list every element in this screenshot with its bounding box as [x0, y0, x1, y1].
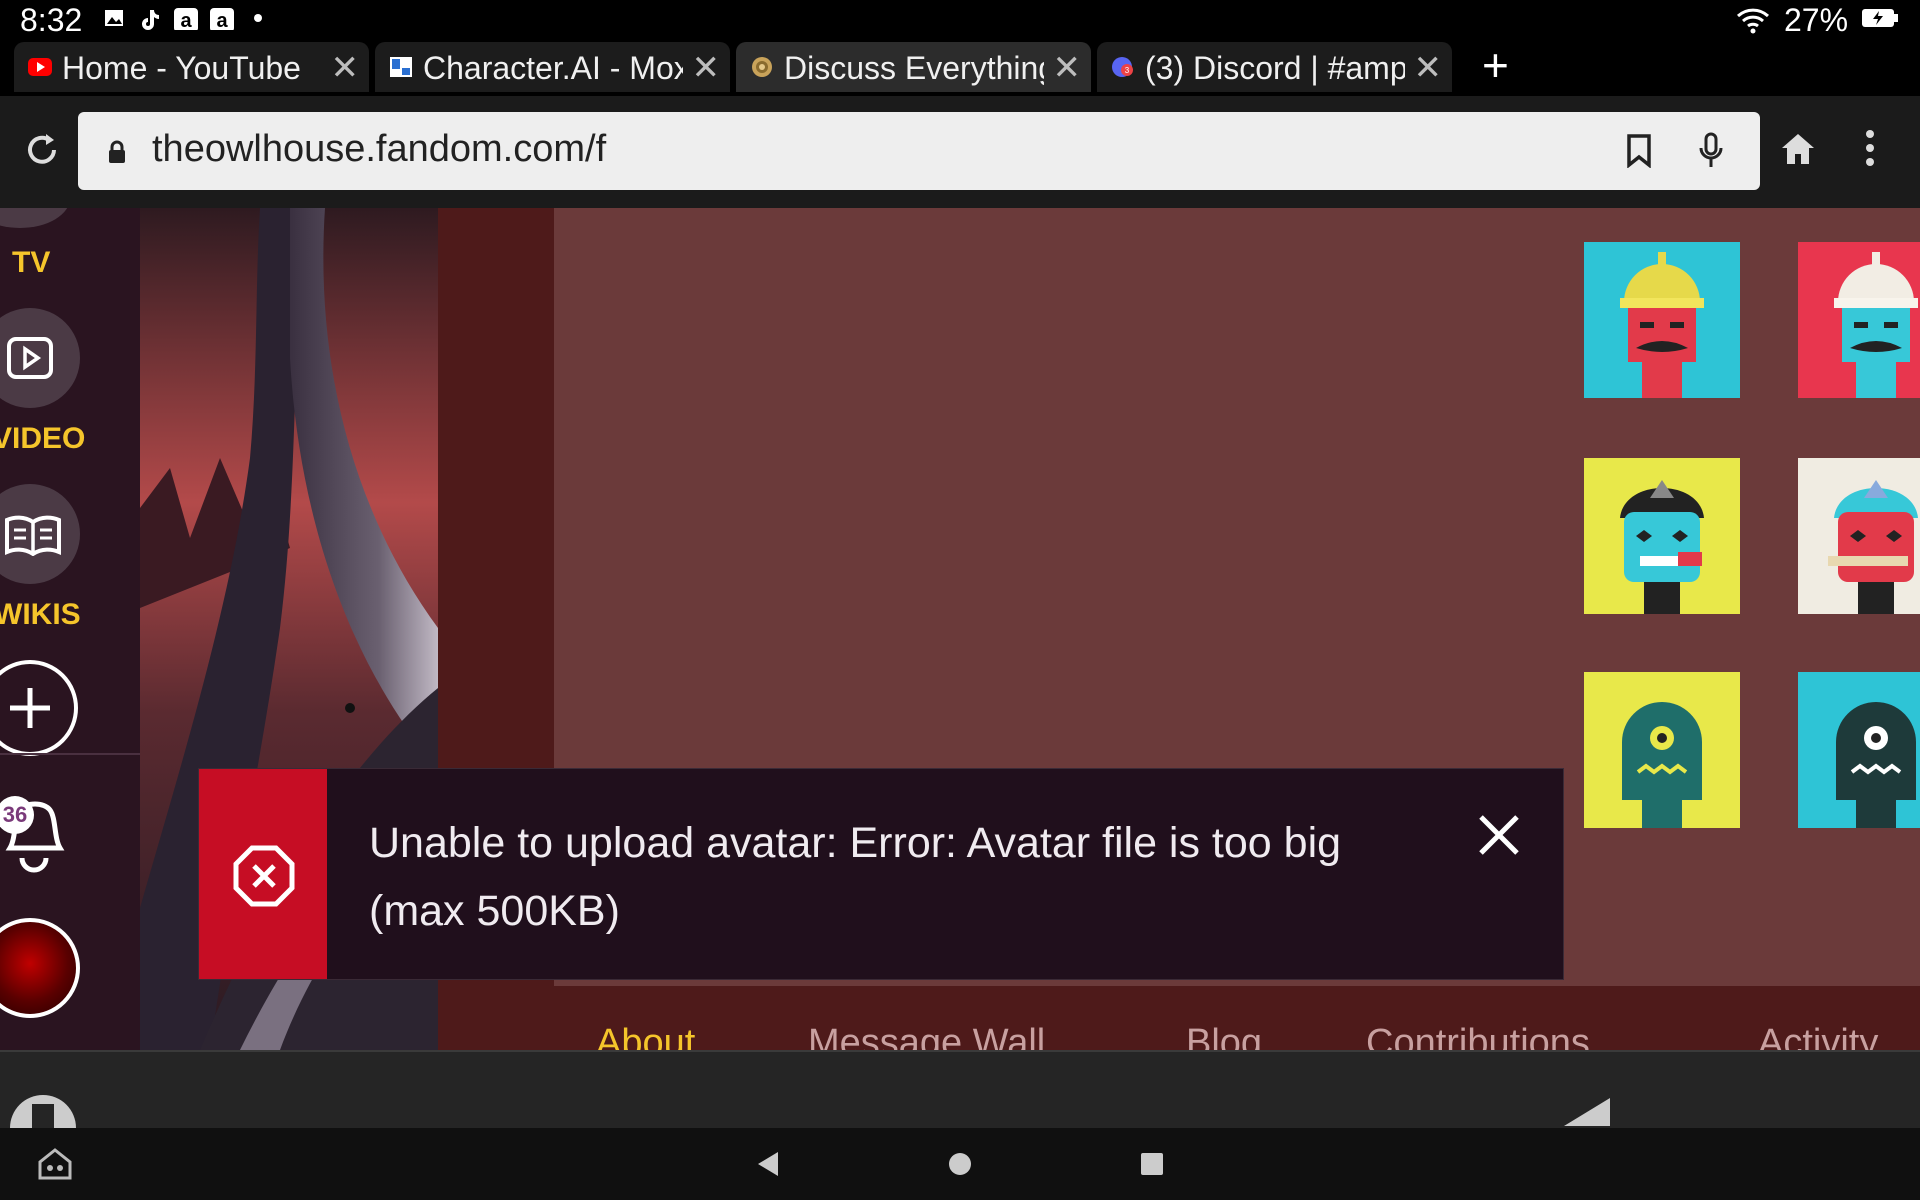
- system-navigation-bar: [0, 1128, 1920, 1200]
- nav-home-icon[interactable]: [948, 1152, 972, 1176]
- youtube-icon: [28, 58, 52, 76]
- url-text[interactable]: theowlhouse.fandom.com/f: [152, 128, 606, 171]
- amazon-notification-icon: a: [174, 8, 198, 30]
- close-tab-icon[interactable]: ✕: [692, 48, 721, 88]
- preset-avatar-tile[interactable]: [1584, 672, 1740, 828]
- svg-text:a: a: [216, 10, 228, 30]
- overflow-menu-icon[interactable]: [1862, 128, 1878, 168]
- tab-activity[interactable]: Activity: [1758, 1022, 1878, 1050]
- browser-bottom-bar: [0, 1050, 1920, 1130]
- back-arrow-partial-icon[interactable]: [1562, 1096, 1612, 1126]
- kids-home-icon[interactable]: [38, 1148, 72, 1180]
- wifi-icon: [1736, 8, 1770, 34]
- user-avatar[interactable]: [0, 918, 80, 1018]
- browser-tab-strip: Home - YouTube ✕ Character.AI - Moxx ✕ D…: [0, 38, 1920, 96]
- error-toast: Unable to upload avatar: Error: Avatar f…: [198, 768, 1564, 980]
- tab-title: Home - YouTube: [62, 50, 301, 86]
- tab-youtube[interactable]: Home - YouTube ✕: [14, 42, 369, 92]
- plus-icon: [10, 688, 50, 728]
- tab-blog[interactable]: Blog: [1186, 1022, 1262, 1050]
- tab-fandom-active[interactable]: Discuss Everything ✕: [736, 42, 1091, 92]
- tab-discord[interactable]: 3 (3) Discord | #amph ✕: [1097, 42, 1452, 92]
- rail-button-partial[interactable]: [0, 208, 70, 228]
- tab-characterai[interactable]: Character.AI - Moxx ✕: [375, 42, 730, 92]
- browser-toolbar: theowlhouse.fandom.com/f: [0, 96, 1920, 208]
- home-partial-icon[interactable]: [8, 1092, 78, 1128]
- clock: 8:32: [20, 2, 83, 38]
- home-icon[interactable]: [1780, 132, 1816, 166]
- rail-label-tv[interactable]: TV: [12, 246, 122, 280]
- rail-label-wikis[interactable]: WIKIS: [0, 598, 104, 632]
- gallery-notification-icon: [105, 10, 123, 26]
- profile-tabs: About Message Wall Blog Contributions Ac…: [438, 986, 1920, 1050]
- wikis-button[interactable]: [0, 484, 80, 584]
- reload-icon[interactable]: [22, 130, 62, 170]
- tab-title: (3) Discord | #amph: [1145, 50, 1405, 86]
- battery-percentage: 27%: [1784, 2, 1849, 38]
- characterai-icon: [390, 57, 412, 77]
- tab-title: Discuss Everything: [784, 50, 1044, 86]
- microphone-icon[interactable]: [1698, 132, 1724, 170]
- close-tab-icon[interactable]: ✕: [1414, 48, 1443, 88]
- discord-icon: 3: [1112, 57, 1133, 77]
- rail-divider: [0, 753, 140, 755]
- svg-text:a: a: [180, 10, 192, 30]
- system-status-bar: 8:32 a a 27%: [0, 0, 1920, 38]
- nav-recents-icon[interactable]: [1140, 1152, 1164, 1176]
- video-button[interactable]: [0, 308, 80, 408]
- preset-avatar-tile[interactable]: [1584, 242, 1740, 398]
- tab-contributions[interactable]: Contributions: [1366, 1022, 1590, 1050]
- battery-charging-icon: [1862, 9, 1898, 27]
- preset-avatar-tile[interactable]: [1798, 672, 1920, 828]
- error-octagon-icon: [233, 845, 295, 907]
- video-play-icon: [7, 337, 53, 379]
- preset-avatar-tile[interactable]: [1584, 458, 1740, 614]
- address-bar[interactable]: theowlhouse.fandom.com/f: [78, 112, 1760, 190]
- svg-text:3: 3: [1125, 66, 1130, 75]
- nav-back-icon[interactable]: [756, 1150, 780, 1178]
- tab-about[interactable]: About: [596, 1022, 695, 1050]
- bookmark-icon[interactable]: [1626, 134, 1652, 168]
- preset-avatar-tile[interactable]: [1798, 458, 1920, 614]
- preset-avatar-tile[interactable]: [1798, 242, 1920, 398]
- fandom-icon: [752, 57, 772, 77]
- tiktok-notification-icon: [142, 10, 159, 30]
- amazon-notification-icon: a: [210, 8, 234, 30]
- tab-title: Character.AI - Moxx: [423, 50, 683, 86]
- more-notifications-dot-icon: [254, 14, 262, 22]
- close-tab-icon[interactable]: ✕: [331, 48, 360, 88]
- rail-label-video[interactable]: VIDEO: [0, 422, 102, 456]
- book-icon: [5, 515, 61, 556]
- fandom-global-nav: TV VIDEO WIKIS 36: [0, 208, 140, 1050]
- error-message: Unable to upload avatar: Error: Avatar f…: [369, 819, 1342, 935]
- create-button[interactable]: [0, 660, 78, 756]
- close-tab-icon[interactable]: ✕: [1053, 48, 1082, 88]
- new-tab-plus-icon[interactable]: +: [1482, 38, 1509, 92]
- tab-message-wall[interactable]: Message Wall: [808, 1022, 1045, 1050]
- close-icon[interactable]: [1477, 813, 1521, 857]
- error-indicator: [199, 769, 327, 979]
- lock-icon: [109, 140, 125, 163]
